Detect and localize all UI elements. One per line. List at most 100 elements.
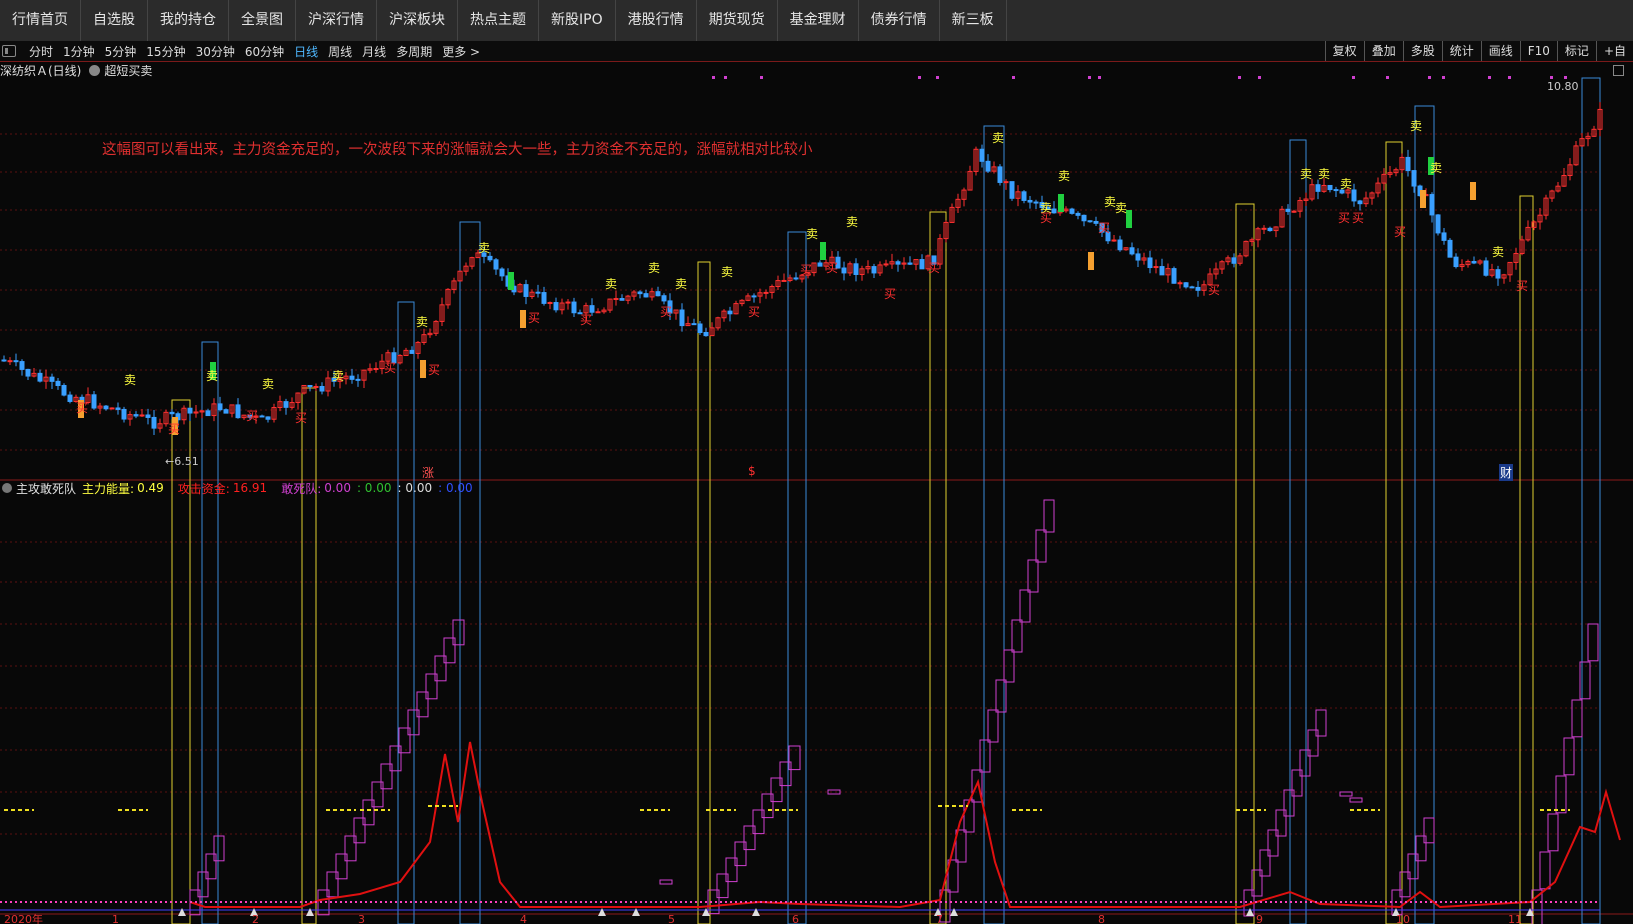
nav-item-4[interactable]: 沪深行情 [296,0,377,41]
candle-body [817,262,823,267]
candle-body [493,259,499,270]
sell-label: 卖 [1410,119,1422,133]
candle-body [763,291,769,294]
tool-button-6[interactable]: 标记 [1556,41,1596,61]
signal-box-blue [459,221,481,924]
window-restore-icon[interactable] [1613,65,1624,76]
candle-body [187,407,193,414]
signal-bar-orange [1420,190,1426,208]
candle-body [979,148,985,162]
candle-body [217,403,223,411]
tool-button-0[interactable]: 复权 [1324,41,1364,61]
signal-bar-orange [1088,252,1094,270]
candle-body [1153,266,1159,269]
period-tab-0[interactable]: 分时 [24,43,58,60]
period-tab-2[interactable]: 5分钟 [100,43,142,60]
signal-box-blue [983,125,1005,924]
buy-label: 买 [528,311,540,325]
period-tab-8[interactable]: 月线 [357,43,391,60]
sell-label: 卖 [262,377,274,391]
tool-button-3[interactable]: 统计 [1441,41,1481,61]
event-marker-rise[interactable]: 涨 [422,464,434,481]
candle-body [499,268,505,277]
value-1: : 0.00 [356,481,392,495]
candle-body [349,375,355,380]
candle-body [19,361,25,370]
candle-body [1483,260,1489,276]
indicator-menu-icon[interactable] [2,483,12,493]
candle-body [565,301,571,304]
candle-body [919,259,925,270]
period-tab-1[interactable]: 1分钟 [58,43,100,60]
signal-bar-orange [420,360,426,378]
buy-label: 买 [928,261,940,275]
nav-item-5[interactable]: 沪深板块 [377,0,458,41]
period-tab-6[interactable]: 日线 [289,43,323,60]
candle-body [697,323,703,333]
sell-label: 卖 [1340,177,1352,191]
candle-body [355,378,361,381]
nav-item-9[interactable]: 期货现货 [697,0,778,41]
nav-item-7[interactable]: 新股IPO [539,0,616,41]
tool-button-7[interactable]: +自 [1595,41,1633,61]
candle-body [1327,184,1333,191]
buy-label: 买 [76,401,88,415]
period-tab-3[interactable]: 15分钟 [141,43,190,60]
candle-body [1495,269,1501,279]
candle-body [541,292,547,304]
tool-button-5[interactable]: F10 [1519,41,1557,61]
candle-body [373,368,379,371]
nav-item-8[interactable]: 港股行情 [616,0,697,41]
period-tab-7[interactable]: 周线 [323,43,357,60]
sell-label: 卖 [675,277,687,291]
signal-box-blue [1289,139,1307,924]
event-dot [1564,76,1567,79]
candle-body [1471,260,1477,264]
event-triangle [950,908,958,916]
candle-body [523,284,529,297]
event-dot [1442,76,1445,79]
period-tab-4[interactable]: 30分钟 [191,43,240,60]
tool-button-4[interactable]: 画线 [1480,41,1520,61]
period-tab-5[interactable]: 60分钟 [240,43,289,60]
candle-body [1027,199,1033,203]
nav-item-10[interactable]: 基金理财 [778,0,859,41]
nav-item-3[interactable]: 全景图 [229,0,296,41]
event-dot [1508,76,1511,79]
dare-step [1571,699,1583,738]
candle-body [1111,239,1117,242]
chart-toolbar: 分时 1分钟 5分钟 15分钟 30分钟 60分钟 日线 周线 月线 多周期 更多 > 复权 叠加 多股… [0,41,1633,62]
event-marker-dollar[interactable]: $ [748,464,756,478]
sell-label: 卖 [1115,201,1127,215]
x-axis-label: 7 [936,913,943,924]
candle-body [589,305,595,313]
candle-body [67,394,73,402]
high-price-label: 10.80 [1547,80,1579,93]
sell-label: 卖 [721,265,733,279]
dare-step [963,799,975,833]
candle-body [1135,253,1141,261]
period-tab-9[interactable]: 多周期 [391,43,437,60]
event-marker-finance[interactable]: 财 [1499,464,1514,481]
buy-label: 买 [1338,211,1350,225]
buy-label: 买 [1516,279,1528,293]
nav-item-12[interactable]: 新三板 [940,0,1007,41]
tool-button-2[interactable]: 多股 [1402,41,1442,61]
candle-body [265,416,271,420]
period-tab-10[interactable]: 更多 > [437,43,485,60]
panel-toggle-icon[interactable] [2,45,16,57]
value-3: : 0.00 [438,481,473,495]
tool-button-1[interactable]: 叠加 [1363,41,1403,61]
nav-item-11[interactable]: 债券行情 [859,0,940,41]
nav-item-2[interactable]: 我的持仓 [148,0,229,41]
candle-body [235,404,241,419]
nav-item-6[interactable]: 热点主题 [458,0,539,41]
x-axis-label: 4 [520,913,527,924]
nav-item-1[interactable]: 自选股 [81,0,148,41]
candle-body [547,302,553,305]
sell-label: 卖 [1300,167,1312,181]
event-triangle [306,908,314,916]
candle-body [907,262,913,265]
candle-body [595,311,601,314]
nav-item-0[interactable]: 行情首页 [0,0,81,41]
